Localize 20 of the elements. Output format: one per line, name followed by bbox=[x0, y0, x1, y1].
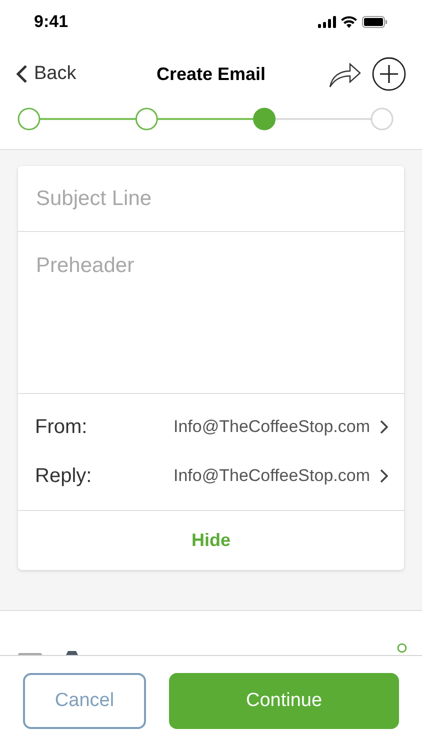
email-address: Info@TheCoffeeStop.com bbox=[174, 464, 370, 487]
wifi-icon bbox=[341, 16, 357, 28]
preheader-input[interactable]: Preheader bbox=[18, 232, 404, 393]
share-icon[interactable] bbox=[328, 60, 362, 88]
screen-title: Create Email bbox=[156, 62, 266, 86]
chevron-right-icon bbox=[380, 468, 388, 482]
back-button[interactable]: Back bbox=[16, 60, 76, 88]
status-dot-icon bbox=[397, 643, 407, 653]
email-address: Info@TheCoffeeStop.com bbox=[174, 416, 370, 438]
field-label: From: bbox=[35, 414, 88, 440]
signal-icon bbox=[318, 16, 336, 28]
chevron-right-icon bbox=[380, 420, 388, 434]
battery-icon bbox=[362, 16, 388, 28]
sender-row[interactable]: From: Info@TheCoffeeStop.com bbox=[18, 402, 404, 451]
clock-time: 9:41 bbox=[34, 11, 68, 34]
field-label: Reply: bbox=[35, 464, 93, 488]
add-icon[interactable] bbox=[372, 57, 406, 91]
sender-row[interactable]: Reply: Info@TheCoffeeStop.com bbox=[18, 451, 404, 500]
chevron-left-icon bbox=[16, 64, 28, 84]
subject-input[interactable]: Subject Line bbox=[18, 166, 404, 231]
